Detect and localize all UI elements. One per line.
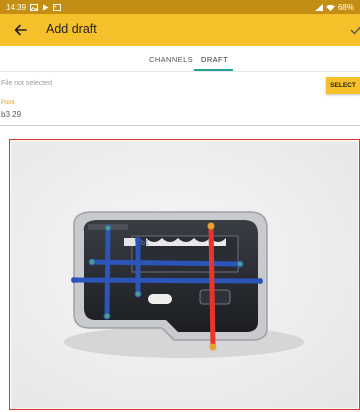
back-button[interactable] [10, 20, 30, 40]
handle-blue-middle-start[interactable] [71, 277, 77, 283]
device-port [148, 294, 172, 304]
point-input[interactable]: b3 29 [1, 110, 21, 119]
handle-blue-middle-end[interactable] [257, 278, 263, 284]
device-port-right [199, 289, 231, 305]
red-line-vertical[interactable] [208, 225, 216, 348]
status-bar: 14:39 68% [0, 0, 360, 14]
draft-image-frame[interactable]: b1 [9, 139, 360, 410]
point-marker-label: b1 [141, 240, 149, 247]
image-icon [30, 3, 39, 11]
battery-value: 68 [337, 2, 347, 12]
tab-draft[interactable]: DRAFT [201, 55, 228, 64]
handle-blue-left-top[interactable] [104, 224, 112, 232]
blue-line-horizontal-middle[interactable] [73, 277, 261, 284]
confirm-button[interactable] [348, 22, 360, 38]
play-icon [43, 4, 49, 10]
file-row: File not selected SELECT [0, 72, 360, 98]
app-bar: Add draft [0, 14, 360, 46]
point-field-label: Point [1, 100, 15, 106]
handle-blue-top-start[interactable] [88, 258, 96, 266]
tab-channels[interactable]: CHANNELS [149, 55, 193, 64]
handle-red-bottom[interactable] [209, 343, 217, 351]
blue-line-vertical-left[interactable] [104, 227, 111, 317]
handle-blue-top-end[interactable] [236, 260, 244, 268]
tab-indicator [194, 69, 233, 71]
select-button[interactable]: SELECT [326, 77, 360, 94]
status-left: 14:39 [6, 2, 62, 12]
signal-icon [314, 3, 323, 11]
status-time: 14:39 [6, 2, 27, 12]
device-window-left [124, 238, 136, 246]
battery-level: 68% [337, 2, 354, 12]
wifi-icon [325, 4, 335, 11]
gallery-icon [53, 3, 62, 11]
handle-blue-right-bottom[interactable] [134, 290, 142, 298]
page-title: Add draft [46, 22, 97, 36]
draft-photo[interactable]: b1 [12, 142, 358, 408]
point-input-underline [0, 125, 360, 126]
handle-blue-left-bottom[interactable] [103, 312, 111, 320]
status-right: 68% [314, 2, 354, 12]
handle-red-top[interactable] [207, 222, 215, 230]
check-icon [350, 26, 360, 35]
tab-bar: CHANNELS DRAFT [0, 46, 360, 72]
file-status-label: File not selected [1, 80, 52, 87]
arrow-left-icon [14, 24, 27, 36]
blue-line-horizontal-top[interactable] [91, 259, 241, 267]
